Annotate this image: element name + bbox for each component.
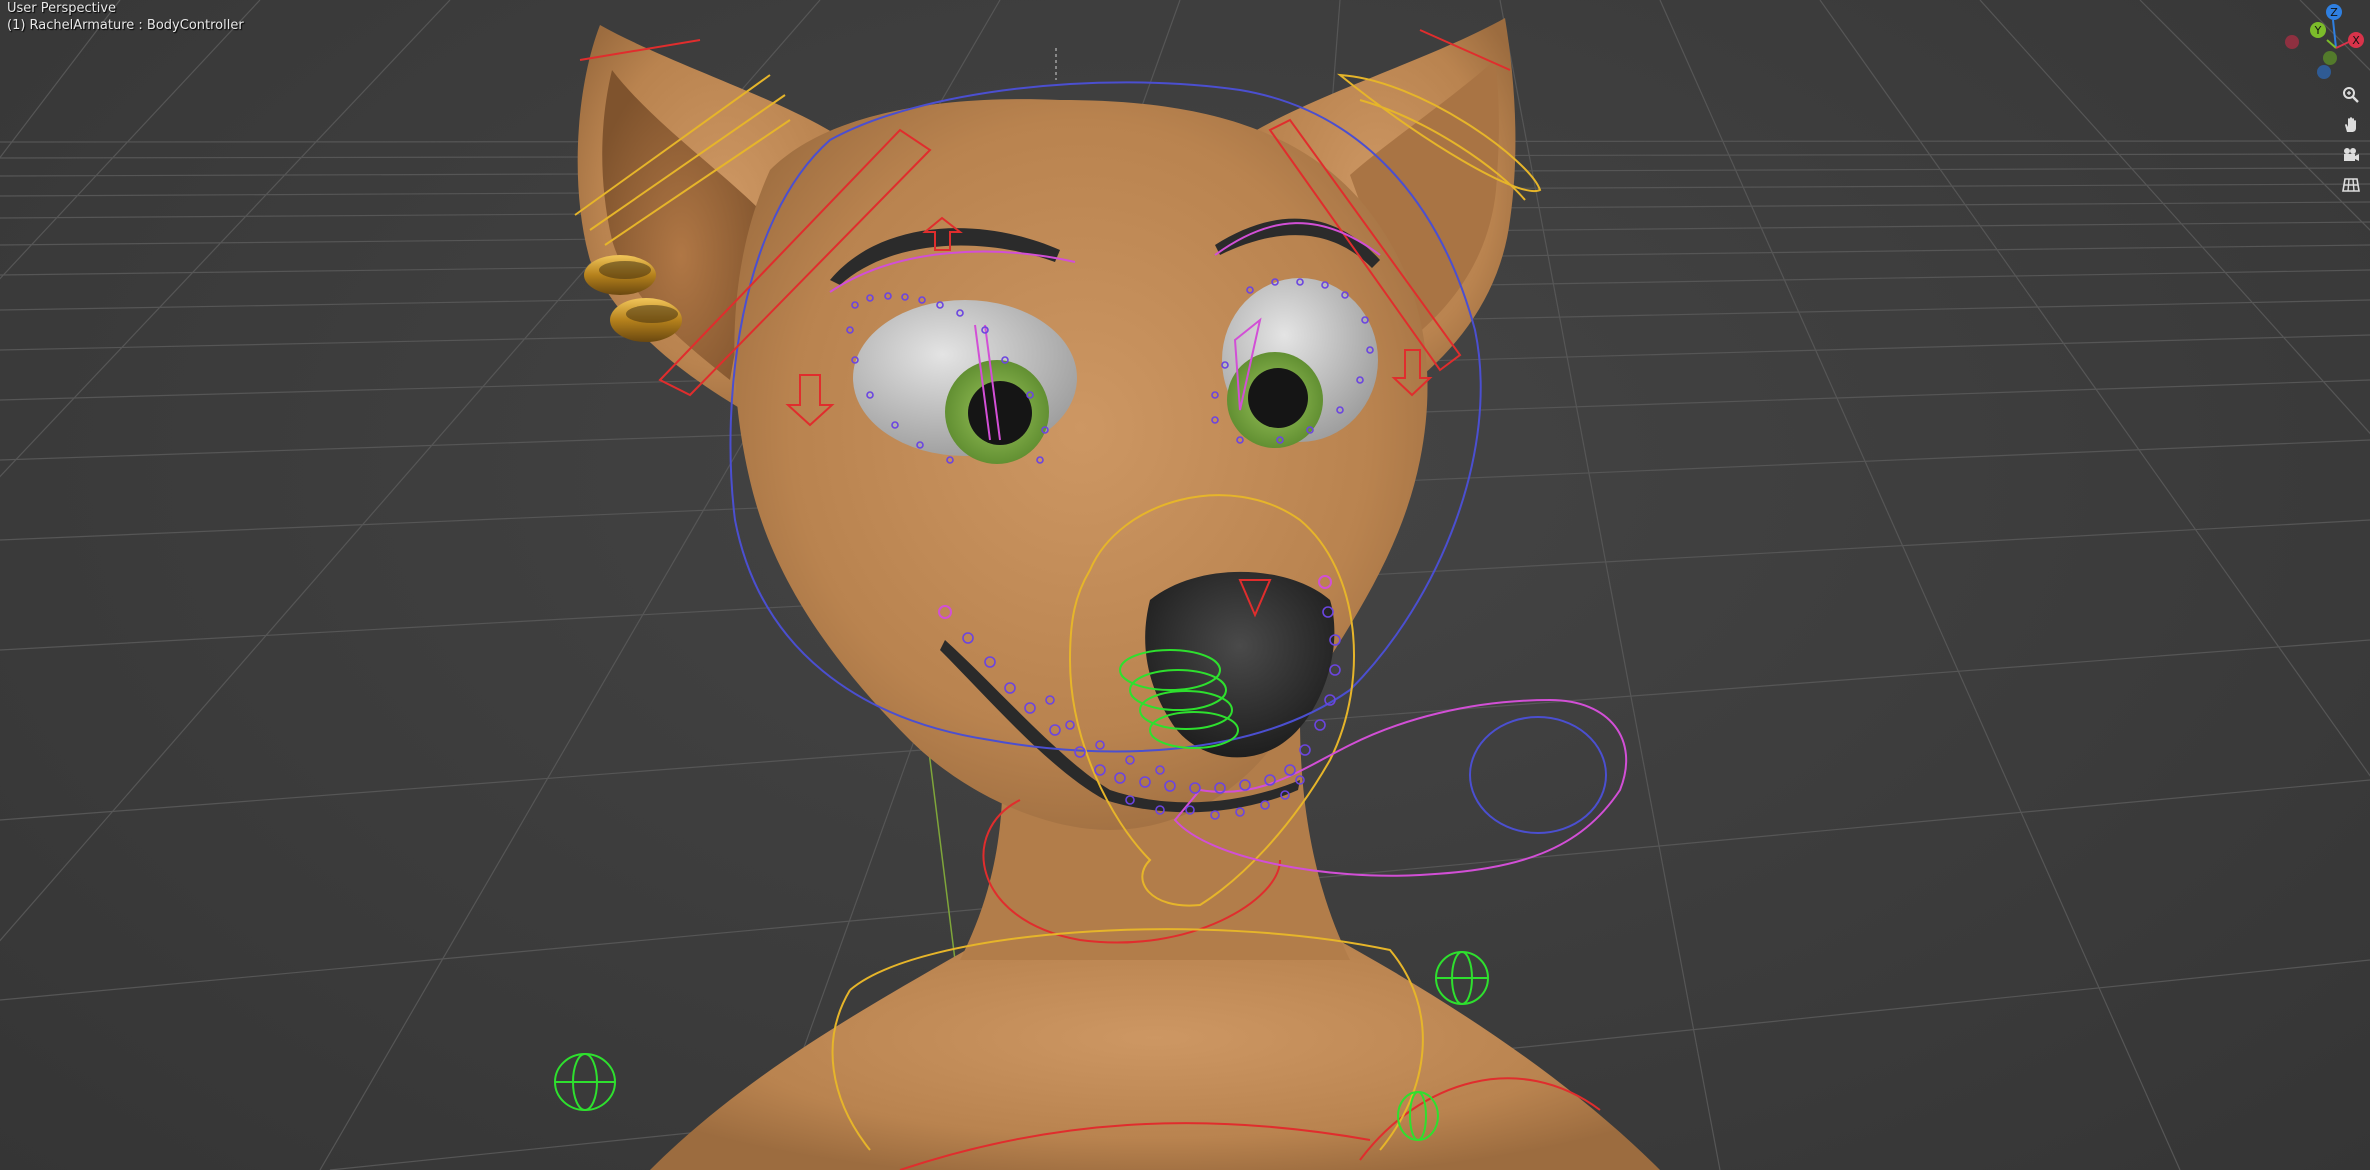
active-object-label: (1) RachelArmature : BodyController [7, 18, 244, 33]
3d-viewport[interactable]: Z Y X User Perspective (1) RachelArmatur… [0, 0, 2370, 1170]
gizmo-neg-x[interactable] [2285, 35, 2299, 49]
camera-icon [2344, 148, 2359, 161]
camera-view-button[interactable] [2337, 142, 2365, 168]
right-pupil [1248, 368, 1308, 428]
chin-control-bone[interactable] [1469, 716, 1607, 834]
pan-tool-button[interactable] [2337, 112, 2365, 138]
gizmo-y-label: Y [2314, 24, 2322, 37]
earring-lower[interactable] [610, 298, 682, 342]
zoom-icon [2343, 87, 2359, 103]
earring-upper[interactable] [584, 255, 656, 295]
viewport-scene[interactable]: Z Y X [0, 0, 2370, 1170]
zoom-tool-button[interactable] [2337, 82, 2365, 108]
gizmo-neg-z[interactable] [2317, 65, 2331, 79]
character-head[interactable] [734, 99, 1428, 830]
left-shoulder-gimbal[interactable] [554, 1053, 616, 1111]
grid-ortho-icon [2342, 178, 2360, 192]
right-shoulder-gimbal[interactable] [1435, 951, 1489, 1005]
navigation-gizmo[interactable]: Z Y X [2285, 4, 2364, 79]
gizmo-x-label: X [2352, 34, 2360, 47]
character-shoulders[interactable] [650, 930, 1660, 1170]
view-name-label: User Perspective [7, 1, 117, 16]
ortho-toggle-button[interactable] [2337, 172, 2365, 198]
gizmo-z-label: Z [2330, 6, 2338, 19]
pan-hand-icon [2345, 117, 2356, 132]
gizmo-neg-y[interactable] [2323, 51, 2337, 65]
